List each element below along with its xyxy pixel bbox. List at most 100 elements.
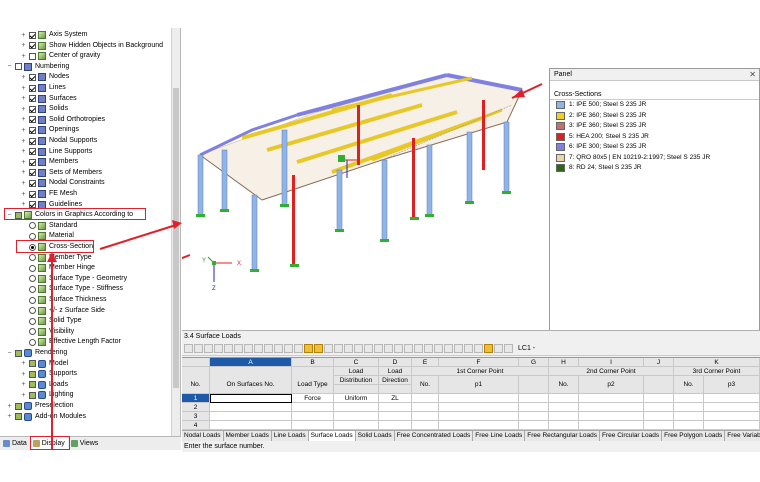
checkbox[interactable] xyxy=(15,402,22,410)
sheet-tab[interactable]: Surface Loads xyxy=(308,431,356,441)
expand-icon[interactable]: + xyxy=(20,74,27,81)
sheet-tab[interactable]: Solid Loads xyxy=(356,431,395,441)
checkbox[interactable] xyxy=(29,190,36,198)
checkbox[interactable] xyxy=(29,179,36,187)
tree-item[interactable]: Surface Type - Geometry xyxy=(20,274,127,284)
tree-item[interactable]: + Preselection xyxy=(6,401,74,411)
checkbox[interactable] xyxy=(29,158,36,166)
toolbar-button[interactable] xyxy=(364,344,373,353)
col-letter[interactable]: D xyxy=(379,358,412,367)
checkbox[interactable] xyxy=(29,84,36,92)
table-cell[interactable] xyxy=(292,412,334,421)
checkbox[interactable] xyxy=(29,169,36,177)
toolbar-button[interactable] xyxy=(204,344,213,353)
tree-item[interactable]: − Rendering xyxy=(6,348,67,358)
table-cell[interactable] xyxy=(439,403,519,412)
toolbar-button[interactable] xyxy=(264,344,273,353)
table-cell[interactable] xyxy=(210,421,292,430)
checkbox[interactable] xyxy=(29,126,36,134)
expand-icon[interactable]: + xyxy=(20,371,27,378)
tree-item[interactable]: Solid Type xyxy=(20,316,82,326)
table-cell[interactable] xyxy=(519,412,549,421)
radio-button[interactable] xyxy=(29,232,36,240)
collapse-icon[interactable]: − xyxy=(6,63,13,70)
table-cell[interactable] xyxy=(644,403,674,412)
table-cell[interactable] xyxy=(579,403,644,412)
toolbar-button[interactable] xyxy=(284,344,293,353)
tree-item[interactable]: + Model xyxy=(20,359,68,369)
expand-icon[interactable]: + xyxy=(20,138,27,145)
expand-icon[interactable]: + xyxy=(20,42,27,49)
toolbar-button[interactable] xyxy=(254,344,263,353)
toolbar-button[interactable] xyxy=(394,344,403,353)
table-cell[interactable] xyxy=(379,412,412,421)
table-cell[interactable] xyxy=(439,412,519,421)
table-cell[interactable] xyxy=(519,421,549,430)
tree-item[interactable]: + Members xyxy=(20,157,78,167)
table-cell[interactable] xyxy=(704,421,760,430)
tree-item[interactable]: + Axis System xyxy=(20,30,88,40)
toolbar-button[interactable] xyxy=(324,344,333,353)
expand-icon[interactable]: + xyxy=(20,381,27,388)
table-cell[interactable] xyxy=(674,403,704,412)
toolbar-button[interactable] xyxy=(404,344,413,353)
toolbar-button[interactable] xyxy=(474,344,483,353)
toolbar-button[interactable] xyxy=(344,344,353,353)
table-cell[interactable] xyxy=(549,421,579,430)
sheet-tab[interactable]: Free Rectangular Loads xyxy=(525,431,601,441)
radio-button[interactable] xyxy=(29,338,36,346)
expand-icon[interactable]: + xyxy=(20,85,27,92)
sheet-tab[interactable]: Free Variable L xyxy=(725,431,760,441)
col-letter[interactable]: I xyxy=(579,358,644,367)
checkbox[interactable] xyxy=(29,381,36,389)
col-letter[interactable]: J xyxy=(644,358,674,367)
sheet-tab[interactable]: Free Concentrated Loads xyxy=(395,431,474,441)
tree-item[interactable]: Standard xyxy=(20,221,77,231)
tree-item[interactable]: Effective Length Factor xyxy=(20,337,121,347)
tree-item[interactable]: +/- z Surface Side xyxy=(20,306,105,316)
toolbar-button-active[interactable] xyxy=(314,344,323,353)
tree-item[interactable]: + Solids xyxy=(20,104,68,114)
expand-icon[interactable]: + xyxy=(20,148,27,155)
expand-icon[interactable]: + xyxy=(20,127,27,134)
toolbar-button[interactable] xyxy=(374,344,383,353)
tree-item[interactable]: + Sets of Members xyxy=(20,168,102,178)
tree-item[interactable]: + Nodes xyxy=(20,72,69,82)
checkbox[interactable] xyxy=(29,391,36,399)
col-letter[interactable]: C xyxy=(334,358,379,367)
col-letter[interactable]: E xyxy=(412,358,439,367)
radio-button[interactable] xyxy=(29,296,36,304)
checkbox[interactable] xyxy=(29,137,36,145)
col-letter[interactable]: F xyxy=(439,358,519,367)
tree-item[interactable]: + Openings xyxy=(20,125,79,135)
col-letter[interactable]: A xyxy=(210,358,292,367)
table-cell[interactable] xyxy=(210,394,292,403)
table-cell[interactable] xyxy=(334,403,379,412)
table-cell[interactable] xyxy=(549,394,579,403)
expand-icon[interactable]: + xyxy=(6,413,13,420)
tree-item[interactable]: + Loads xyxy=(20,380,68,390)
close-icon[interactable]: ✕ xyxy=(749,69,756,81)
toolbar-button[interactable] xyxy=(214,344,223,353)
radio-button[interactable] xyxy=(29,328,36,336)
sheet-tab[interactable]: Line Loads xyxy=(272,431,309,441)
radio-button[interactable] xyxy=(29,254,36,262)
table-cell[interactable] xyxy=(704,412,760,421)
checkbox[interactable] xyxy=(29,105,36,113)
sheet-tab[interactable]: Free Polygon Loads xyxy=(662,431,726,441)
table-cell[interactable]: ZL xyxy=(379,394,412,403)
col-letter[interactable]: K xyxy=(674,358,760,367)
radio-button[interactable] xyxy=(29,317,36,325)
checkbox[interactable] xyxy=(29,148,36,156)
table-cell[interactable] xyxy=(519,394,549,403)
collapse-icon[interactable]: − xyxy=(6,350,13,357)
checkbox[interactable] xyxy=(29,370,36,378)
expand-icon[interactable]: + xyxy=(20,106,27,113)
table-cell[interactable] xyxy=(579,394,644,403)
col-letter[interactable]: H xyxy=(549,358,579,367)
checkbox[interactable] xyxy=(29,42,36,50)
tree-item[interactable]: + Line Supports xyxy=(20,147,92,157)
radio-button[interactable] xyxy=(29,275,36,283)
tree-item[interactable]: − Numbering xyxy=(6,62,69,72)
sheet-tab[interactable]: Member Loads xyxy=(224,431,272,441)
